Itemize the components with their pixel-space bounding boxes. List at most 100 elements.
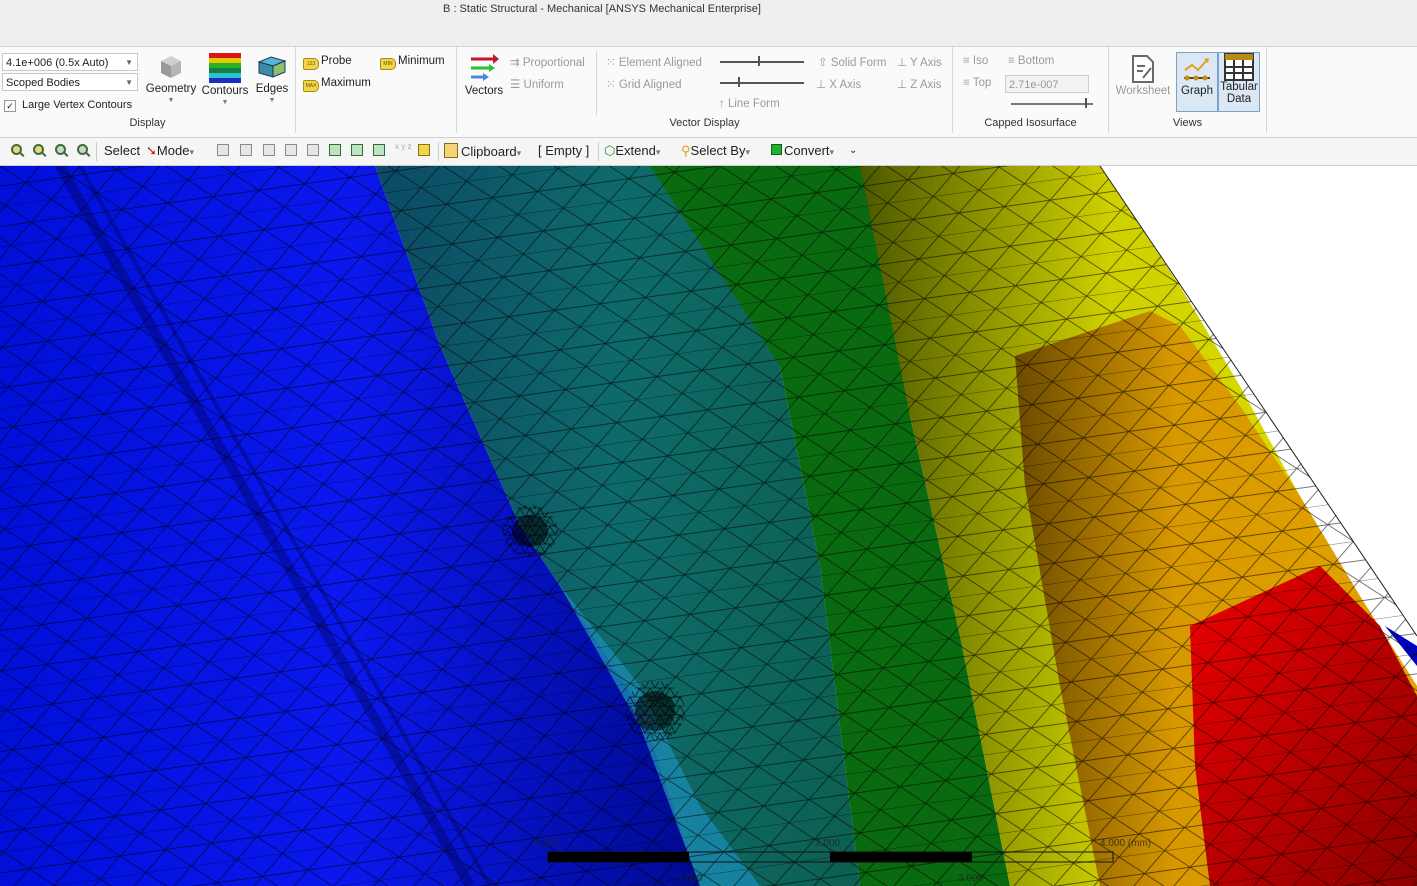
vector-display-group: Vectors ⇉ Proportional ☰ Uniform ⁙ Eleme… bbox=[457, 47, 953, 133]
isosurface-slider[interactable] bbox=[1011, 98, 1093, 108]
iso-button[interactable]: ≡ Iso bbox=[963, 55, 988, 67]
select-vertex-icon[interactable] bbox=[217, 144, 229, 156]
probe-label: Probe bbox=[321, 55, 352, 67]
minimum-button[interactable]: MIN Minimum bbox=[380, 55, 445, 70]
top-button[interactable]: ≡ Top bbox=[963, 77, 991, 89]
uniform-label: Uniform bbox=[523, 79, 564, 91]
bottom-label: Bottom bbox=[1017, 55, 1055, 67]
chevron-down-icon: ▾ bbox=[745, 147, 750, 157]
solid-form-icon: ⇧ bbox=[818, 57, 828, 69]
divider bbox=[598, 142, 599, 161]
y-axis-button[interactable]: ⊥ Y Axis bbox=[897, 55, 942, 69]
bottom-button[interactable]: ≡ Bottom bbox=[1008, 55, 1054, 67]
probe-button[interactable]: 123 Probe bbox=[303, 55, 352, 70]
z-axis-label: Z Axis bbox=[910, 79, 942, 91]
views-group: Worksheet Graph Tabular Data Views bbox=[1109, 47, 1267, 133]
extend-button[interactable]: ⬡Extend▾ bbox=[604, 143, 660, 159]
iso-icon: ≡ bbox=[963, 55, 970, 67]
tabular-data-button[interactable]: Tabular Data bbox=[1218, 52, 1260, 112]
line-form-icon: ↑ bbox=[719, 98, 725, 110]
top-value-input[interactable]: 2.71e-007 bbox=[1005, 75, 1089, 93]
slider-thumb[interactable] bbox=[758, 56, 760, 66]
tabular-data-label-line1: Tabular bbox=[1220, 81, 1258, 93]
vectors-button[interactable]: Vectors bbox=[463, 53, 505, 97]
geometry-button[interactable]: Geometry ▼ bbox=[145, 53, 197, 104]
box-zoom-icon[interactable] bbox=[55, 144, 66, 155]
top-icon: ≡ bbox=[963, 77, 970, 89]
element-aligned-button[interactable]: ⁙ Element Aligned bbox=[606, 55, 702, 69]
select-element-face-icon[interactable] bbox=[307, 144, 319, 156]
chevron-down-icon: ▾ bbox=[189, 147, 194, 157]
contours-button[interactable]: Contours ▼ bbox=[200, 53, 250, 106]
select-edge-icon[interactable] bbox=[240, 144, 252, 156]
probe-label-icon[interactable] bbox=[418, 144, 430, 156]
magnifier-icon[interactable] bbox=[77, 144, 88, 155]
maximum-icon: MAX bbox=[303, 80, 319, 92]
convert-icon bbox=[771, 144, 782, 155]
select-mesh-body-icon[interactable] bbox=[373, 144, 385, 156]
tabular-data-label-line2: Data bbox=[1226, 93, 1252, 105]
clipboard-label: Clipboard bbox=[461, 144, 517, 159]
worksheet-button[interactable]: Worksheet bbox=[1115, 52, 1171, 112]
element-aligned-label: Element Aligned bbox=[618, 57, 702, 69]
line-form-button[interactable]: ↑ Line Form bbox=[719, 98, 780, 110]
convert-button[interactable]: Convert▾ bbox=[771, 143, 834, 158]
grid-aligned-icon: ⁙ bbox=[606, 79, 616, 91]
scope-combo-value: Scoped Bodies bbox=[6, 77, 80, 89]
line-form-label: Line Form bbox=[727, 98, 780, 110]
large-vertex-contours-checkbox[interactable]: ✓ Large Vertex Contours bbox=[4, 99, 132, 112]
toolbar-overflow-button[interactable]: ⌄ bbox=[849, 145, 857, 156]
clipboard-button[interactable]: Clipboard▾ bbox=[444, 143, 521, 159]
ribbon: 4.1e+006 (0.5x Auto) ▼ Scoped Bodies ▼ ✓… bbox=[0, 47, 1417, 138]
divider bbox=[96, 142, 97, 161]
select-face-icon[interactable] bbox=[263, 144, 275, 156]
uniform-icon: ☰ bbox=[510, 79, 521, 91]
zoom-to-fit-icon[interactable] bbox=[11, 144, 22, 155]
chevron-down-icon: ▼ bbox=[268, 97, 276, 104]
views-group-label: Views bbox=[1172, 117, 1203, 129]
select-body-icon[interactable] bbox=[285, 144, 297, 156]
select-by-button[interactable]: ⚲Select By▾ bbox=[681, 143, 750, 159]
scale-combo[interactable]: 4.1e+006 (0.5x Auto) ▼ bbox=[2, 53, 138, 71]
graphics-viewport[interactable]: 0.000 2.000 4.000 (mm) 1.000 3.000 bbox=[0, 166, 1417, 886]
graph-button[interactable]: Graph bbox=[1176, 52, 1218, 112]
chevron-down-icon: ▾ bbox=[516, 148, 522, 158]
z-axis-button[interactable]: ⊥ Z Axis bbox=[897, 77, 942, 91]
maximum-button[interactable]: MAX Maximum bbox=[303, 77, 371, 92]
select-button[interactable]: Select bbox=[104, 143, 140, 158]
zoom-in-icon[interactable] bbox=[33, 144, 44, 155]
select-by-label: Select By bbox=[690, 143, 746, 158]
solid-form-button[interactable]: ⇧ Solid Form bbox=[818, 55, 886, 69]
xyz-coordinate-icon[interactable]: x y z bbox=[395, 142, 411, 151]
select-mesh-element-icon[interactable] bbox=[351, 144, 363, 156]
vector-density-slider[interactable] bbox=[720, 77, 804, 87]
location-pin-icon: ⚲ bbox=[681, 143, 691, 158]
vector-display-group-label: Vector Display bbox=[669, 117, 740, 129]
capped-isosurface-group: ≡ Iso ≡ Bottom ≡ Top 2.71e-007 Capped Is… bbox=[953, 47, 1109, 133]
contour-model[interactable] bbox=[0, 166, 1417, 886]
slider-thumb[interactable] bbox=[1085, 98, 1087, 108]
proportional-button[interactable]: ⇉ Proportional bbox=[510, 55, 585, 69]
edges-button[interactable]: Edges ▼ bbox=[253, 53, 291, 104]
mesh-refinement-cluster bbox=[512, 515, 548, 547]
mesh-refinement-cluster bbox=[635, 691, 675, 731]
display-group-label: Display bbox=[129, 117, 166, 129]
select-mesh-node-icon[interactable] bbox=[329, 144, 341, 156]
large-vertex-contours-label: Large Vertex Contours bbox=[22, 99, 133, 111]
cursor-icon: ➘ bbox=[146, 143, 157, 158]
scope-combo[interactable]: Scoped Bodies ▼ bbox=[2, 73, 138, 91]
uniform-button[interactable]: ☰ Uniform bbox=[510, 77, 564, 91]
proportional-icon: ⇉ bbox=[510, 57, 520, 69]
x-axis-button[interactable]: ⊥ X Axis bbox=[816, 77, 861, 91]
vector-length-slider[interactable] bbox=[720, 56, 804, 66]
table-icon bbox=[1224, 53, 1254, 81]
worksheet-label: Worksheet bbox=[1115, 85, 1171, 97]
graphics-toolbar: Select ➘Mode▾ x y z Clipboard▾ [ Empty ]… bbox=[0, 138, 1417, 166]
chevron-down-icon: ▾ bbox=[655, 147, 661, 157]
solid-form-label: Solid Form bbox=[830, 57, 887, 69]
chevron-down-icon: ▼ bbox=[125, 58, 133, 67]
slider-thumb[interactable] bbox=[738, 77, 740, 87]
mode-button[interactable]: ➘Mode▾ bbox=[146, 143, 194, 159]
scale-label-0: 0.000 bbox=[535, 838, 561, 849]
grid-aligned-button[interactable]: ⁙ Grid Aligned bbox=[606, 77, 682, 91]
